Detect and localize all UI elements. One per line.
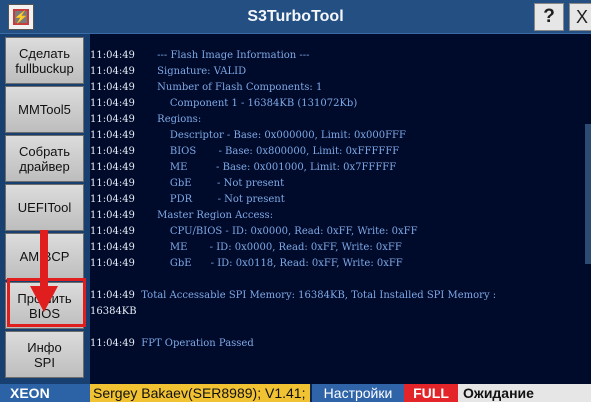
- log-message: FPT Operation Passed: [134, 338, 254, 349]
- log-timestamp: 11:04:49: [90, 114, 135, 125]
- make-fullbackup-button[interactable]: Сделать fullbuckup: [5, 37, 84, 84]
- log-timestamp: 11:04:49: [90, 258, 135, 269]
- log-line: 11:04:49 --- Flash Image Information ---: [90, 48, 591, 64]
- log-timestamp: 11:04:49: [90, 210, 135, 221]
- log-line: 11:04:49 Signature: VALID: [90, 64, 591, 80]
- log-message: PDR - Not present: [134, 194, 285, 205]
- log-message: Component 1 - 16384KB (131072Kb): [134, 98, 358, 109]
- flash-bios-button[interactable]: Прошить BIOS: [5, 282, 84, 329]
- log-line: 11:04:49 ME - Base: 0x001000, Limit: 0x7…: [90, 160, 591, 176]
- sidebar: Сделать fullbuckup MMTool5 Собрать драйв…: [0, 34, 90, 384]
- amibcp-label: AMIBCP: [19, 249, 70, 264]
- log-timestamp: 11:04:49: [90, 194, 135, 205]
- log-line: 11:04:49 Component 1 - 16384KB (131072Kb…: [90, 96, 591, 112]
- status-author-version: Sergey Bakaev(SER8989); V1.41;: [90, 384, 310, 402]
- log-timestamp: 11:04:49: [90, 290, 135, 301]
- log-timestamp: 11:04:49: [90, 50, 135, 61]
- settings-button[interactable]: Настройки: [312, 384, 404, 402]
- build-driver-button[interactable]: Собрать драйвер: [5, 135, 84, 182]
- log-message: --- Flash Image Information ---: [134, 50, 310, 61]
- spi-info-label: Инфо SPI: [27, 339, 62, 370]
- log-timestamp: 11:04:49: [90, 82, 135, 93]
- uefitool-label: UEFITool: [17, 200, 72, 215]
- help-button[interactable]: ?: [534, 3, 564, 31]
- log-timestamp: 11:04:49: [90, 66, 135, 77]
- log-lines: 11:04:49 --- Flash Image Information ---…: [90, 48, 591, 352]
- flash-bios-label: Прошить BIOS: [17, 290, 72, 321]
- log-message: GbE - Not present: [134, 178, 285, 189]
- log-message: BIOS - Base: 0x800000, Limit: 0xFFFFFF: [134, 146, 400, 157]
- log-message: ME - ID: 0x0000, Read: 0xFF, Write: 0xFF: [134, 242, 402, 253]
- log-timestamp: 11:04:49: [90, 130, 135, 141]
- log-line: 11:04:49 PDR - Not present: [90, 192, 591, 208]
- log-timestamp: 11:04:49: [90, 338, 135, 349]
- log-timestamp: 11:04:49: [90, 242, 135, 253]
- status-state: Ожидание: [458, 384, 591, 402]
- amibcp-button[interactable]: AMIBCP: [5, 233, 84, 280]
- close-button[interactable]: X: [569, 3, 591, 31]
- log-timestamp: 11:04:49: [90, 226, 135, 237]
- log-message: Descriptor - Base: 0x000000, Limit: 0x00…: [134, 130, 406, 141]
- log-timestamp: 11:04:49: [90, 98, 135, 109]
- spi-info-button[interactable]: Инфо SPI: [5, 331, 84, 378]
- build-driver-label: Собрать драйвер: [19, 143, 70, 174]
- log-line: 11:04:49 Total Accessable SPI Memory: 16…: [90, 288, 591, 304]
- log-panel: 11:04:49 --- Flash Image Information ---…: [90, 34, 591, 384]
- log-line: 11:04:49 GbE - ID: 0x0118, Read: 0xFF, W…: [90, 256, 591, 272]
- log-line: 11:04:49 GbE - Not present: [90, 176, 591, 192]
- status-cpu: XEON: [0, 384, 90, 402]
- log-line: 11:04:49 Number of Flash Components: 1: [90, 80, 591, 96]
- log-line: 16384KB: [90, 304, 591, 320]
- log-timestamp: 11:04:49: [90, 178, 135, 189]
- log-line: 11:04:49 Regions:: [90, 112, 591, 128]
- log-line: 11:04:49 BIOS - Base: 0x800000, Limit: 0…: [90, 144, 591, 160]
- log-line: 11:04:49 Master Region Access:: [90, 208, 591, 224]
- log-line: 11:04:49 CPU/BIOS - ID: 0x0000, Read: 0x…: [90, 224, 591, 240]
- status-mode: FULL: [404, 384, 458, 402]
- scrollbar[interactable]: [585, 124, 591, 264]
- log-timestamp: 16384KB: [90, 306, 137, 317]
- mmtool5-label: MMTool5: [18, 102, 71, 117]
- log-timestamp: 11:04:49: [90, 162, 135, 173]
- status-bar: XEON Sergey Bakaev(SER8989); V1.41; Наст…: [0, 384, 591, 402]
- log-timestamp: 11:04:49: [90, 146, 135, 157]
- log-line: 11:04:49 FPT Operation Passed: [90, 336, 591, 352]
- app-window: ⚡ S3TurboTool ? X Сделать fullbuckup MMT…: [0, 0, 591, 402]
- make-fullbackup-label: Сделать fullbuckup: [15, 45, 74, 76]
- log-message: ME - Base: 0x001000, Limit: 0x7FFFFF: [134, 162, 397, 173]
- log-message: Master Region Access:: [134, 210, 274, 221]
- log-message: GbE - ID: 0x0118, Read: 0xFF, Write: 0xF…: [134, 258, 403, 269]
- uefitool-button[interactable]: UEFITool: [5, 184, 84, 231]
- log-message: Total Accessable SPI Memory: 16384KB, To…: [134, 290, 497, 301]
- log-line: 11:04:49 Descriptor - Base: 0x000000, Li…: [90, 128, 591, 144]
- window-title: S3TurboTool: [247, 8, 344, 25]
- log-message: Signature: VALID: [134, 66, 247, 77]
- log-message: Regions:: [134, 114, 202, 125]
- title-bar: ⚡ S3TurboTool ? X: [0, 0, 591, 34]
- log-message: Number of Flash Components: 1: [134, 82, 323, 93]
- log-message: CPU/BIOS - ID: 0x0000, Read: 0xFF, Write…: [134, 226, 418, 237]
- mmtool5-button[interactable]: MMTool5: [5, 86, 84, 133]
- log-line: 11:04:49 ME - ID: 0x0000, Read: 0xFF, Wr…: [90, 240, 591, 256]
